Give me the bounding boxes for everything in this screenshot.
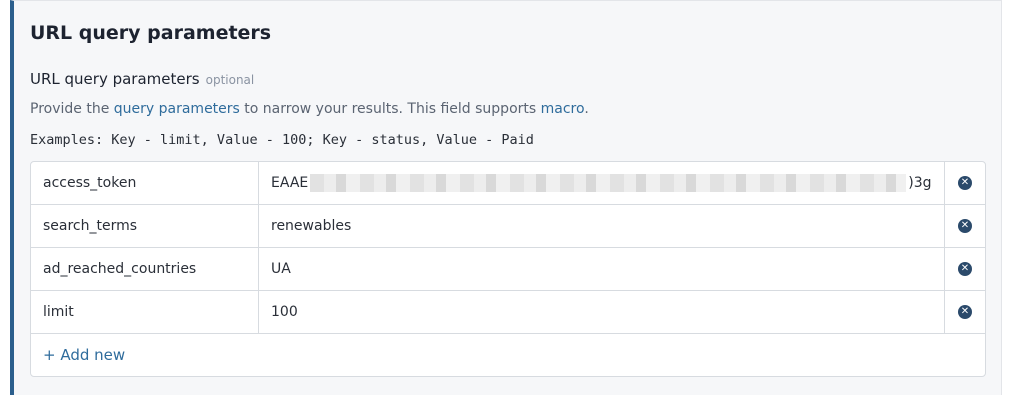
add-new-button[interactable]: + Add new <box>43 346 125 364</box>
params-table: access_token EAAE )3g ✕ search_terms rene… <box>30 161 986 377</box>
delete-row-button[interactable]: ✕ <box>945 248 985 290</box>
delete-row-button[interactable]: ✕ <box>945 205 985 247</box>
param-row: access_token EAAE )3g ✕ <box>31 162 985 205</box>
param-value-field[interactable]: 100 <box>259 291 945 333</box>
redacted-block <box>310 174 907 192</box>
query-params-panel: URL query parameters URL query parameter… <box>10 0 1002 395</box>
param-value-field[interactable]: EAAE )3g <box>259 162 945 204</box>
param-row: limit 100 ✕ <box>31 291 985 334</box>
param-value-field[interactable]: UA <box>259 248 945 290</box>
help-middle: to narrow your results. This field suppo… <box>239 101 541 117</box>
close-circle-icon: ✕ <box>958 176 972 190</box>
close-circle-icon: ✕ <box>958 305 972 319</box>
help-text: Provide the query parameters to narrow y… <box>30 101 589 117</box>
help-suffix: . <box>584 101 589 117</box>
field-label-text: URL query parameters <box>30 70 200 88</box>
field-label: URL query parameters optional <box>30 70 254 88</box>
param-row: search_terms renewables ✕ <box>31 205 985 248</box>
help-prefix: Provide the <box>30 101 114 117</box>
query-parameters-link[interactable]: query parameters <box>114 101 240 117</box>
delete-row-button[interactable]: ✕ <box>945 291 985 333</box>
optional-tag: optional <box>205 73 255 87</box>
param-key-field[interactable]: limit <box>31 291 259 333</box>
param-value-field[interactable]: renewables <box>259 205 945 247</box>
macro-link[interactable]: macro <box>541 101 585 117</box>
param-key-field[interactable]: access_token <box>31 162 259 204</box>
param-key-field[interactable]: search_terms <box>31 205 259 247</box>
value-end: )3g <box>908 175 932 191</box>
delete-row-button[interactable]: ✕ <box>945 162 985 204</box>
examples-text: Examples: Key - limit, Value - 100; Key … <box>30 132 534 148</box>
close-circle-icon: ✕ <box>958 262 972 276</box>
close-circle-icon: ✕ <box>958 219 972 233</box>
section-title: URL query parameters <box>30 22 272 44</box>
param-key-field[interactable]: ad_reached_countries <box>31 248 259 290</box>
value-start: EAAE <box>271 175 309 191</box>
param-row: ad_reached_countries UA ✕ <box>31 248 985 291</box>
